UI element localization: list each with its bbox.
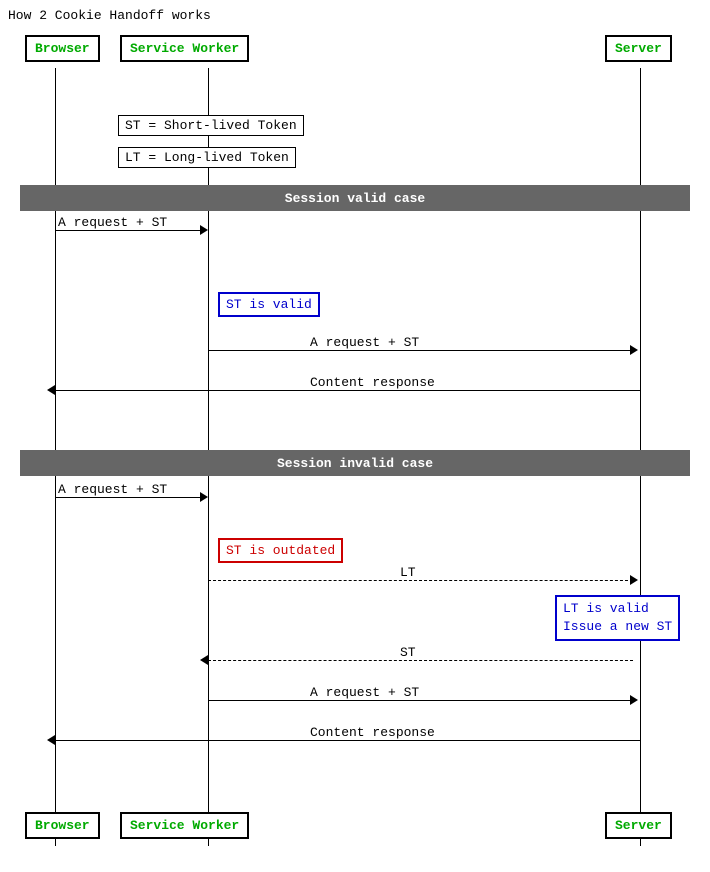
- def-st: ST = Short-lived Token: [118, 115, 304, 136]
- actor-browser-bottom: Browser: [25, 812, 100, 839]
- def-lt: LT = Long-lived Token: [118, 147, 296, 168]
- arrow-content1-label: Content response: [310, 375, 435, 390]
- section-invalid: Session invalid case: [20, 450, 690, 476]
- arrow-req1-line: [55, 230, 203, 231]
- arrow-req1-label: A request + ST: [58, 215, 167, 230]
- arrow-lt-label: LT: [400, 565, 416, 580]
- arrow-req3-line: [55, 497, 203, 498]
- page-title: How 2 Cookie Handoff works: [8, 8, 211, 23]
- arrow-content2-label: Content response: [310, 725, 435, 740]
- arrow-req1-head: [200, 225, 208, 235]
- actor-server-top: Server: [605, 35, 672, 62]
- actor-server-bottom: Server: [605, 812, 672, 839]
- actor-browser-top: Browser: [25, 35, 100, 62]
- arrow-req3-head: [200, 492, 208, 502]
- arrow-st-line: [208, 660, 633, 661]
- arrow-lt-head: [630, 575, 638, 585]
- arrow-content2-head: [47, 735, 55, 745]
- arrow-st-label: ST: [400, 645, 416, 660]
- arrow-st-head: [200, 655, 208, 665]
- note-lt-valid: LT is valid Issue a new ST: [555, 595, 680, 641]
- arrow-content1-line: [55, 390, 640, 391]
- actor-service-worker-bottom: Service Worker: [120, 812, 249, 839]
- arrow-req2-line: [208, 350, 633, 351]
- arrow-req3-label: A request + ST: [58, 482, 167, 497]
- arrow-req4-head: [630, 695, 638, 705]
- arrow-req4-label: A request + ST: [310, 685, 419, 700]
- actor-service-worker-top: Service Worker: [120, 35, 249, 62]
- arrow-req4-line: [208, 700, 633, 701]
- arrow-content2-line: [55, 740, 640, 741]
- arrow-content1-head: [47, 385, 55, 395]
- diagram: How 2 Cookie Handoff works Browser Servi…: [0, 0, 710, 872]
- arrow-req2-head: [630, 345, 638, 355]
- note-st-outdated: ST is outdated: [218, 538, 343, 563]
- arrow-req2-label: A request + ST: [310, 335, 419, 350]
- section-valid: Session valid case: [20, 185, 690, 211]
- arrow-lt-line: [208, 580, 633, 581]
- note-st-valid: ST is valid: [218, 292, 320, 317]
